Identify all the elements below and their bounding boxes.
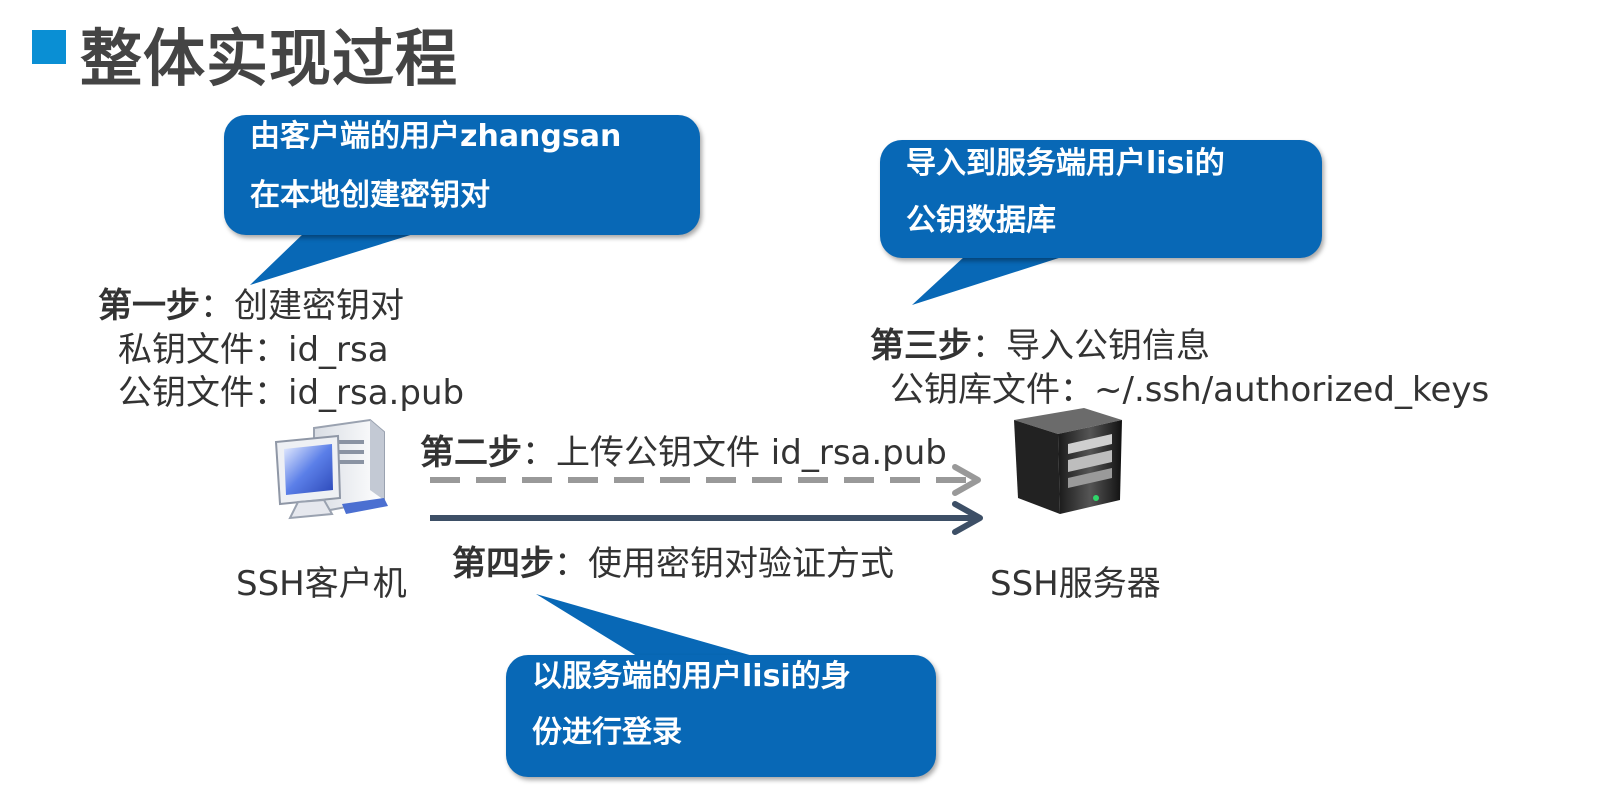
auth-arrow	[430, 501, 983, 535]
server-icon	[1014, 408, 1122, 514]
client-label: SSH客户机	[236, 564, 407, 604]
flow-arrows	[430, 464, 983, 535]
server-label: SSH服务器	[990, 564, 1161, 604]
computer-icon	[274, 418, 388, 520]
upload-arrow	[430, 464, 981, 496]
